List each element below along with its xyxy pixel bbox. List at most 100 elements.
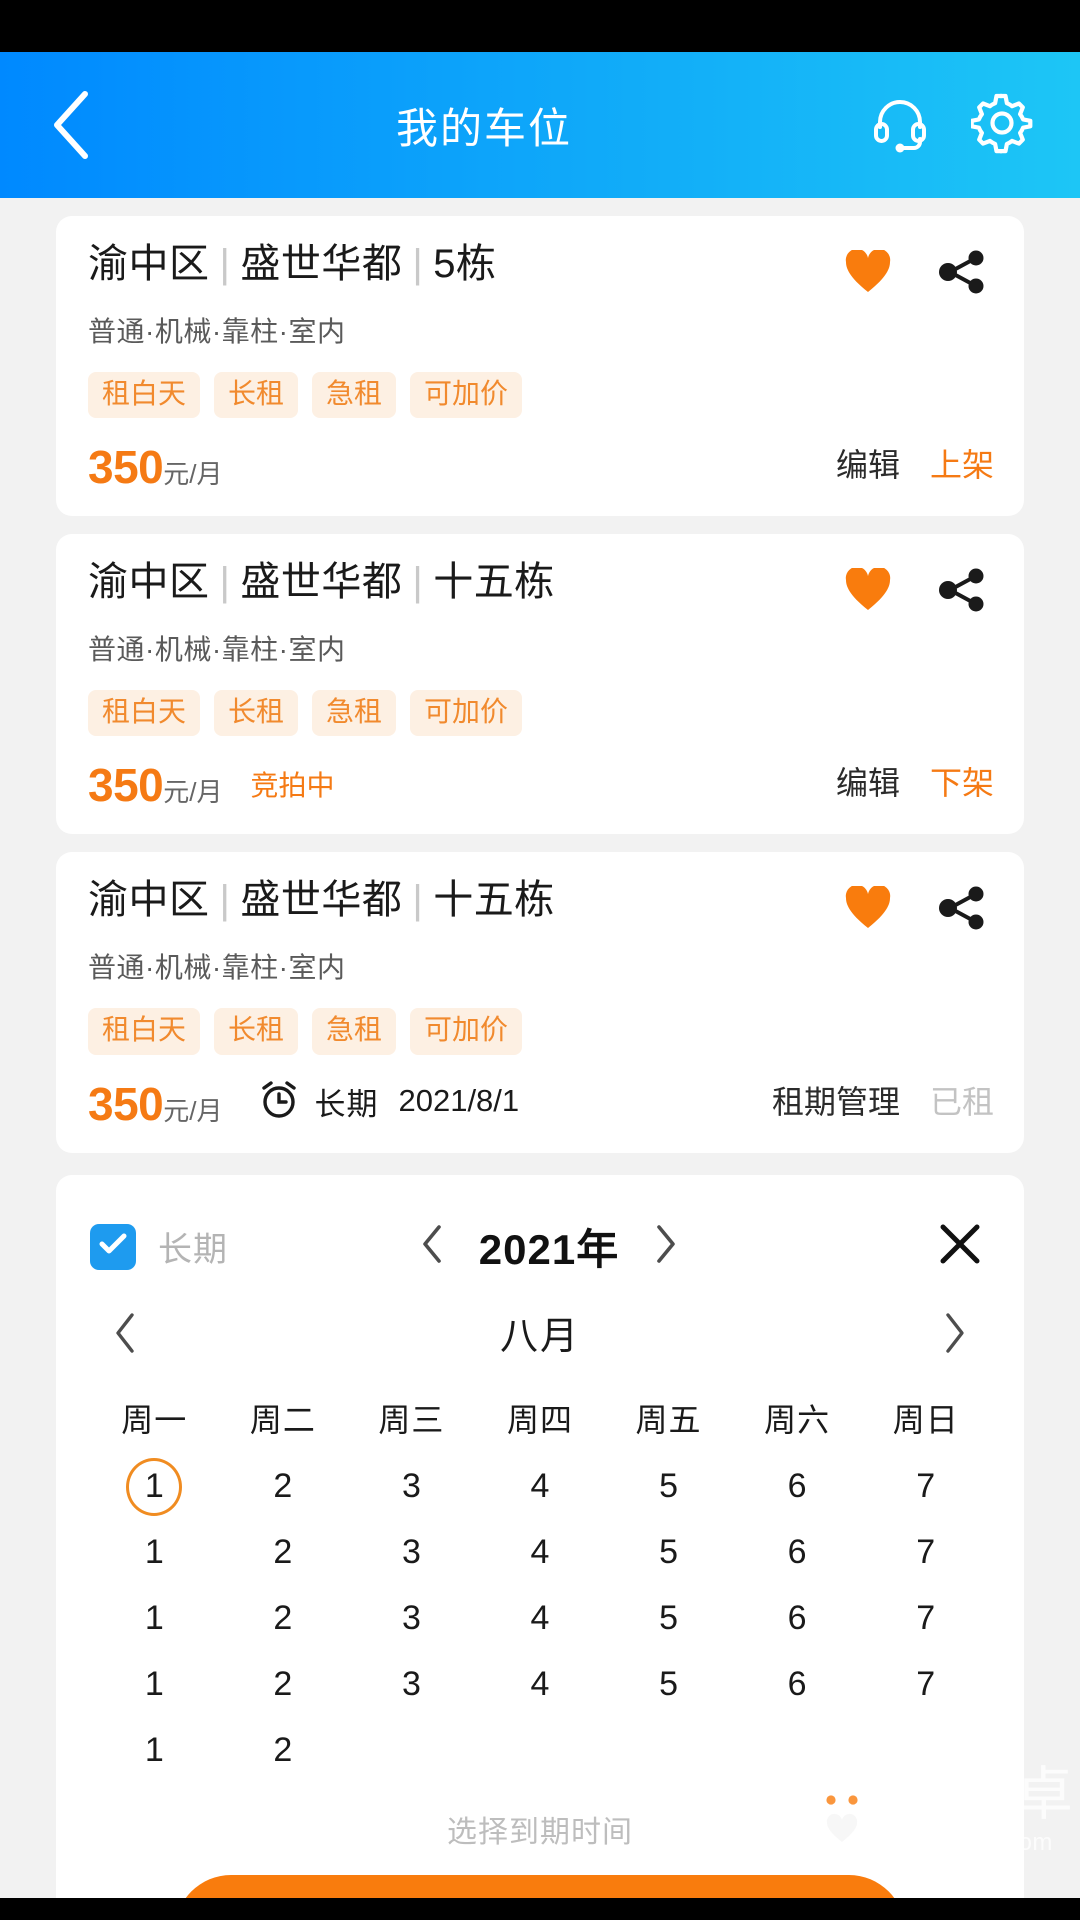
calendar-day-cell[interactable]: 6 <box>733 1523 862 1583</box>
listing-price: 350元/月 <box>88 1081 222 1127</box>
calendar-day-cell[interactable]: 6 <box>733 1655 862 1715</box>
calendar-week-row: 1 2 3 4 5 6 7 <box>90 1589 990 1649</box>
listing-icon-actions <box>842 878 994 936</box>
calendar-day-cell[interactable]: 6 <box>733 1457 862 1517</box>
calendar-day-cell[interactable]: 5 <box>604 1589 733 1649</box>
lease-info: 长期 2021/8/1 <box>258 1078 519 1127</box>
support-button[interactable] <box>868 93 932 157</box>
calendar-day-cell[interactable]: 2 <box>219 1589 348 1649</box>
settings-button[interactable] <box>969 92 1034 159</box>
calendar-day-cell[interactable]: 3 <box>347 1457 476 1517</box>
weekday-label: 周一 <box>121 1401 188 1438</box>
listing-title: 渝中区 | 盛世华都 | 十五栋 <box>88 878 842 923</box>
title-separator: | <box>219 878 231 923</box>
listing-subtitle: 普通·机械·靠柱·室内 <box>88 952 346 984</box>
listing-icon-actions <box>842 242 994 300</box>
calendar-day-cell[interactable]: 1 <box>90 1589 219 1649</box>
check-icon <box>98 1232 128 1261</box>
listing-tag: 租白天 <box>88 1008 201 1055</box>
share-button[interactable] <box>936 566 988 618</box>
year-navigator: 2021年 <box>168 1216 930 1277</box>
calendar-day-cell[interactable]: 1 <box>90 1655 219 1715</box>
next-year-button[interactable] <box>653 1223 679 1270</box>
listing-tag: 长租 <box>214 1008 299 1055</box>
listing-footer: 350元/月 长期 2021/8/1 租期管理 已租 <box>88 1077 994 1127</box>
price-unit: 元/月 <box>163 1095 223 1126</box>
calendar-day-cell <box>347 1721 476 1781</box>
listing-card[interactable]: 渝中区 | 盛世华都 | 十五栋 普通·机械·靠柱·室内 租白天 长租 急租 可… <box>56 534 1024 835</box>
listing-footer: 350元/月 竞拍中 编辑 下架 <box>88 758 994 808</box>
calendar-day-cell[interactable]: 4 <box>476 1655 605 1715</box>
calendar-day-cell <box>476 1721 605 1781</box>
share-button[interactable] <box>936 884 988 936</box>
calendar-day-cell <box>733 1721 862 1781</box>
prev-year-button[interactable] <box>419 1223 445 1270</box>
gear-icon <box>969 92 1033 159</box>
listing-card[interactable]: 渝中区 | 盛世华都 | 5栋 普通·机械·靠柱·室内 租白天 长租 急租 可加… <box>56 216 1024 517</box>
calendar-day-cell <box>861 1721 990 1781</box>
listing-building: 5栋 <box>433 242 497 286</box>
calendar-day-cell[interactable]: 3 <box>347 1589 476 1649</box>
calendar-day-cell[interactable]: 2 <box>219 1655 348 1715</box>
calendar-day-cell[interactable]: 6 <box>733 1589 862 1649</box>
listing-card[interactable]: 渝中区 | 盛世华都 | 十五栋 普通·机械·靠柱·室内 租白天 长租 急租 可… <box>56 852 1024 1153</box>
page-content: 渝中区 | 盛世华都 | 5栋 普通·机械·靠柱·室内 租白天 长租 急租 可加… <box>0 198 1080 1898</box>
favorite-button[interactable] <box>842 884 894 936</box>
calendar-day-cell[interactable]: 3 <box>347 1655 476 1715</box>
status-bar <box>0 0 1080 52</box>
listing-tag: 租白天 <box>88 372 201 419</box>
listing-footer: 350元/月 编辑 上架 <box>88 440 994 490</box>
calendar-day-cell[interactable]: 7 <box>861 1457 990 1517</box>
calendar-day-cell[interactable]: 4 <box>476 1523 605 1583</box>
listing-building: 十五栋 <box>433 560 555 605</box>
lease-management-button[interactable]: 租期管理 <box>772 1077 900 1123</box>
unpublish-button[interactable]: 下架 <box>930 758 994 804</box>
listing-tag: 可加价 <box>410 690 523 737</box>
long-term-checkbox[interactable] <box>90 1223 136 1270</box>
weekday-label: 周日 <box>892 1401 959 1438</box>
calendar-day-cell[interactable]: 7 <box>861 1655 990 1715</box>
listing-tag: 长租 <box>214 372 299 419</box>
share-button[interactable] <box>936 248 988 300</box>
calendar-day-cell[interactable]: 7 <box>861 1523 990 1583</box>
favorite-button[interactable] <box>842 566 894 618</box>
weekday-label: 周三 <box>378 1401 445 1438</box>
prev-month-button[interactable] <box>98 1310 152 1356</box>
calendar-day-cell[interactable]: 5 <box>604 1655 733 1715</box>
edit-button[interactable]: 编辑 <box>836 440 900 486</box>
calendar-day-cell[interactable]: 4 <box>476 1457 605 1517</box>
publish-button[interactable]: 上架 <box>930 440 994 486</box>
page-title: 我的车位 <box>395 104 572 152</box>
calendar-week-row: 1 2 3 4 5 6 7 <box>90 1457 990 1517</box>
calendar-day-cell[interactable]: 5 <box>604 1457 733 1517</box>
weekday-label: 周五 <box>635 1401 702 1438</box>
calendar-day-cell[interactable]: 3 <box>347 1523 476 1583</box>
listing-actions: 编辑 下架 <box>836 758 994 808</box>
close-picker-button[interactable] <box>930 1217 990 1277</box>
calendar-month: 八月 <box>499 1316 580 1359</box>
calendar-day-cell[interactable]: 2 <box>219 1721 348 1781</box>
title-separator: | <box>219 560 231 605</box>
confirm-button[interactable]: 确认 <box>175 1874 905 1898</box>
listing-tags: 租白天 长租 急租 可加价 <box>88 1008 994 1055</box>
calendar-day-cell[interactable]: 2 <box>219 1457 348 1517</box>
calendar-day-cell[interactable]: 7 <box>861 1589 990 1649</box>
app-header: 我的车位 <box>0 52 1080 198</box>
date-picker-panel: 长期 2021年 八月 周一 周二 周三 周四 周五 周六 周日 1 2 3 4… <box>56 1174 1024 1898</box>
calendar-day-cell[interactable]: 1 <box>90 1457 219 1517</box>
edit-button[interactable]: 编辑 <box>836 758 900 804</box>
calendar-year: 2021年 <box>478 1226 620 1274</box>
title-separator: | <box>412 878 424 923</box>
listing-title: 渝中区 | 盛世华都 | 十五栋 <box>88 560 842 605</box>
header-actions <box>868 93 1080 157</box>
calendar-day-cell[interactable]: 4 <box>476 1589 605 1649</box>
listing-tags: 租白天 长租 急租 可加价 <box>88 372 994 419</box>
listing-tag: 可加价 <box>410 372 523 419</box>
calendar-day-cell[interactable]: 1 <box>90 1523 219 1583</box>
calendar-week-row: 1 2 3 4 5 6 7 <box>90 1655 990 1715</box>
next-month-button[interactable] <box>928 1310 982 1356</box>
calendar-day-cell[interactable]: 5 <box>604 1523 733 1583</box>
calendar-day-cell[interactable]: 1 <box>90 1721 219 1781</box>
favorite-button[interactable] <box>842 248 894 300</box>
calendar-day-cell[interactable]: 2 <box>219 1523 348 1583</box>
